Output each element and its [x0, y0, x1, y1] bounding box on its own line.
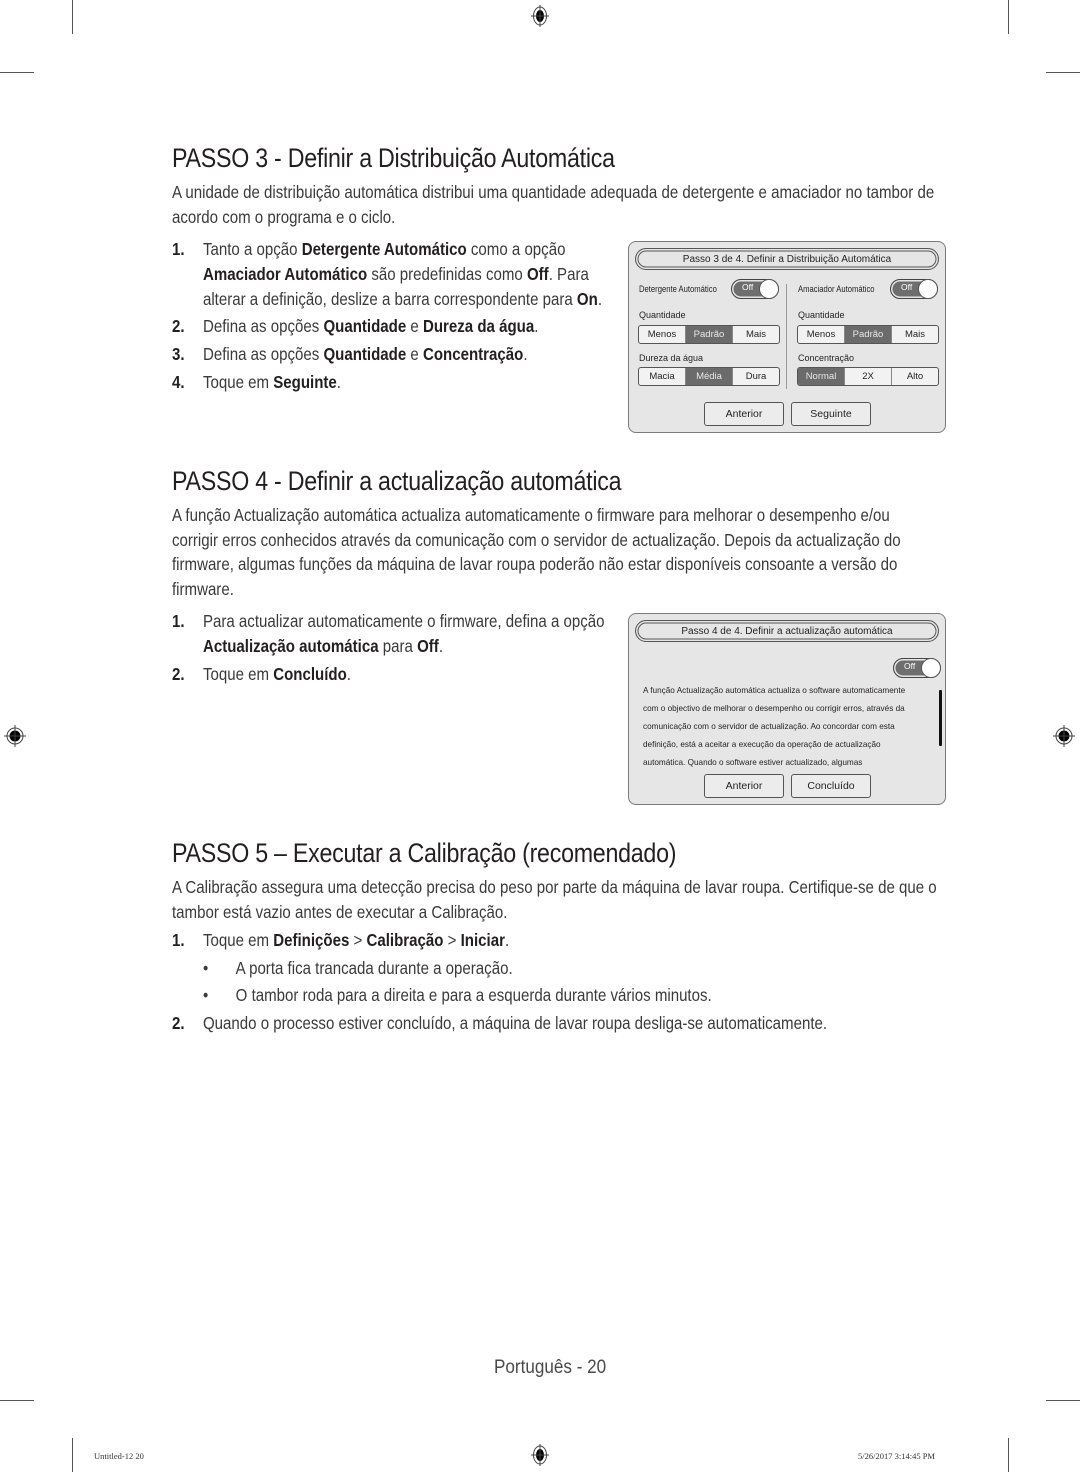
toggle-knob: [921, 658, 941, 678]
option-padrao[interactable]: Padrão: [685, 326, 732, 343]
option-mais[interactable]: Mais: [732, 326, 779, 343]
concentration-selector: Normal 2X Alto: [797, 367, 939, 386]
step4-intro-line-4: firmware.: [172, 579, 234, 599]
step3-title: PASSO 3 - Definir a Distribuição Automát…: [172, 143, 615, 173]
option-mais[interactable]: Mais: [891, 326, 938, 343]
crop-mark: [1008, 0, 1009, 34]
option-menos[interactable]: Menos: [798, 326, 844, 343]
crop-mark: [1046, 72, 1080, 73]
registration-mark-icon: [531, 5, 549, 27]
crop-mark: [72, 1438, 73, 1472]
crop-mark: [1008, 1438, 1009, 1472]
registration-mark-icon: [1053, 725, 1075, 747]
option-normal[interactable]: Normal: [798, 368, 844, 385]
quantity-label: Quantidade: [639, 310, 686, 320]
panel-title: Passo 4 de 4. Definir a actualização aut…: [635, 620, 939, 642]
panel-body-line: com o objectivo de melhorar o desempenho…: [643, 704, 905, 713]
slug-file: Untitled-12 20: [94, 1451, 144, 1461]
crop-mark: [0, 1400, 34, 1401]
done-button[interactable]: Concluído: [791, 774, 871, 798]
option-media[interactable]: Média: [685, 368, 732, 385]
step4-intro-line-2: corrigir erros conhecidos através da com…: [172, 530, 901, 550]
panel-scrollbar[interactable]: [939, 690, 942, 746]
toggle-knob: [918, 279, 938, 299]
option-2x[interactable]: 2X: [844, 368, 891, 385]
auto-update-panel: Passo 4 de 4. Definir a actualização aut…: [628, 613, 946, 805]
softener-quantity-selector: Menos Padrão Mais: [797, 325, 939, 344]
crop-mark: [1046, 1400, 1080, 1401]
softener-toggle[interactable]: Off: [890, 279, 938, 299]
step4-title: PASSO 4 - Definir a actualização automát…: [172, 466, 622, 496]
water-hardness-label: Dureza da água: [639, 353, 704, 363]
detergent-quantity-selector: Menos Padrão Mais: [638, 325, 780, 344]
water-hardness-selector: Macia Média Dura: [638, 367, 780, 386]
auto-dispense-panel: Passo 3 de 4. Definir a Distribuição Aut…: [628, 241, 946, 433]
softener-toggle-label: Amaciador Automático: [798, 284, 875, 294]
panel-title: Passo 3 de 4. Definir a Distribuição Aut…: [635, 248, 939, 270]
panel-body-line: comunicação com o servidor de actualizaç…: [643, 722, 895, 731]
previous-button[interactable]: Anterior: [704, 402, 784, 426]
crop-mark: [72, 0, 73, 34]
toggle-knob: [759, 279, 779, 299]
page-number: Português - 20: [494, 1357, 607, 1378]
step5-title: PASSO 5 – Executar a Calibração (recomen…: [172, 838, 677, 868]
detergent-toggle-label: Detergente Automático: [639, 284, 717, 294]
step4-intro-line-3: firmware, algumas funções da máquina de …: [172, 554, 898, 574]
registration-mark-icon: [531, 1444, 549, 1466]
detergent-toggle[interactable]: Off: [731, 279, 779, 299]
concentration-label: Concentração: [798, 353, 855, 363]
option-alto[interactable]: Alto: [891, 368, 938, 385]
auto-update-toggle[interactable]: Off: [893, 658, 941, 678]
slug-timestamp: 5/26/2017 3:14:45 PM: [858, 1451, 935, 1461]
step3-intro: A unidade de distribuição automática dis…: [172, 182, 935, 227]
step4-intro-line-1: A função Actualização automática actuali…: [172, 505, 890, 525]
registration-mark-icon: [4, 725, 26, 747]
panel-body-line: automática. Quando o software estiver ac…: [643, 758, 863, 767]
step5-intro-line-2: tambor está vazio antes de executar a Ca…: [172, 902, 508, 922]
crop-mark: [0, 72, 34, 73]
bullet-icon: •: [203, 958, 209, 978]
panel-body-line: definição, está a aceitar a execução da …: [643, 740, 881, 749]
previous-button[interactable]: Anterior: [704, 774, 784, 798]
option-macia[interactable]: Macia: [639, 368, 685, 385]
step5-intro-line-1: A Calibração assegura uma detecção preci…: [172, 877, 937, 897]
column-divider: [786, 284, 787, 389]
next-button[interactable]: Seguinte: [791, 402, 871, 426]
option-menos[interactable]: Menos: [639, 326, 685, 343]
option-padrao[interactable]: Padrão: [844, 326, 891, 343]
option-dura[interactable]: Dura: [732, 368, 779, 385]
quantity-label: Quantidade: [798, 310, 845, 320]
panel-body-line: A função Actualização automática actuali…: [643, 686, 906, 695]
bullet-icon: •: [203, 985, 209, 1005]
